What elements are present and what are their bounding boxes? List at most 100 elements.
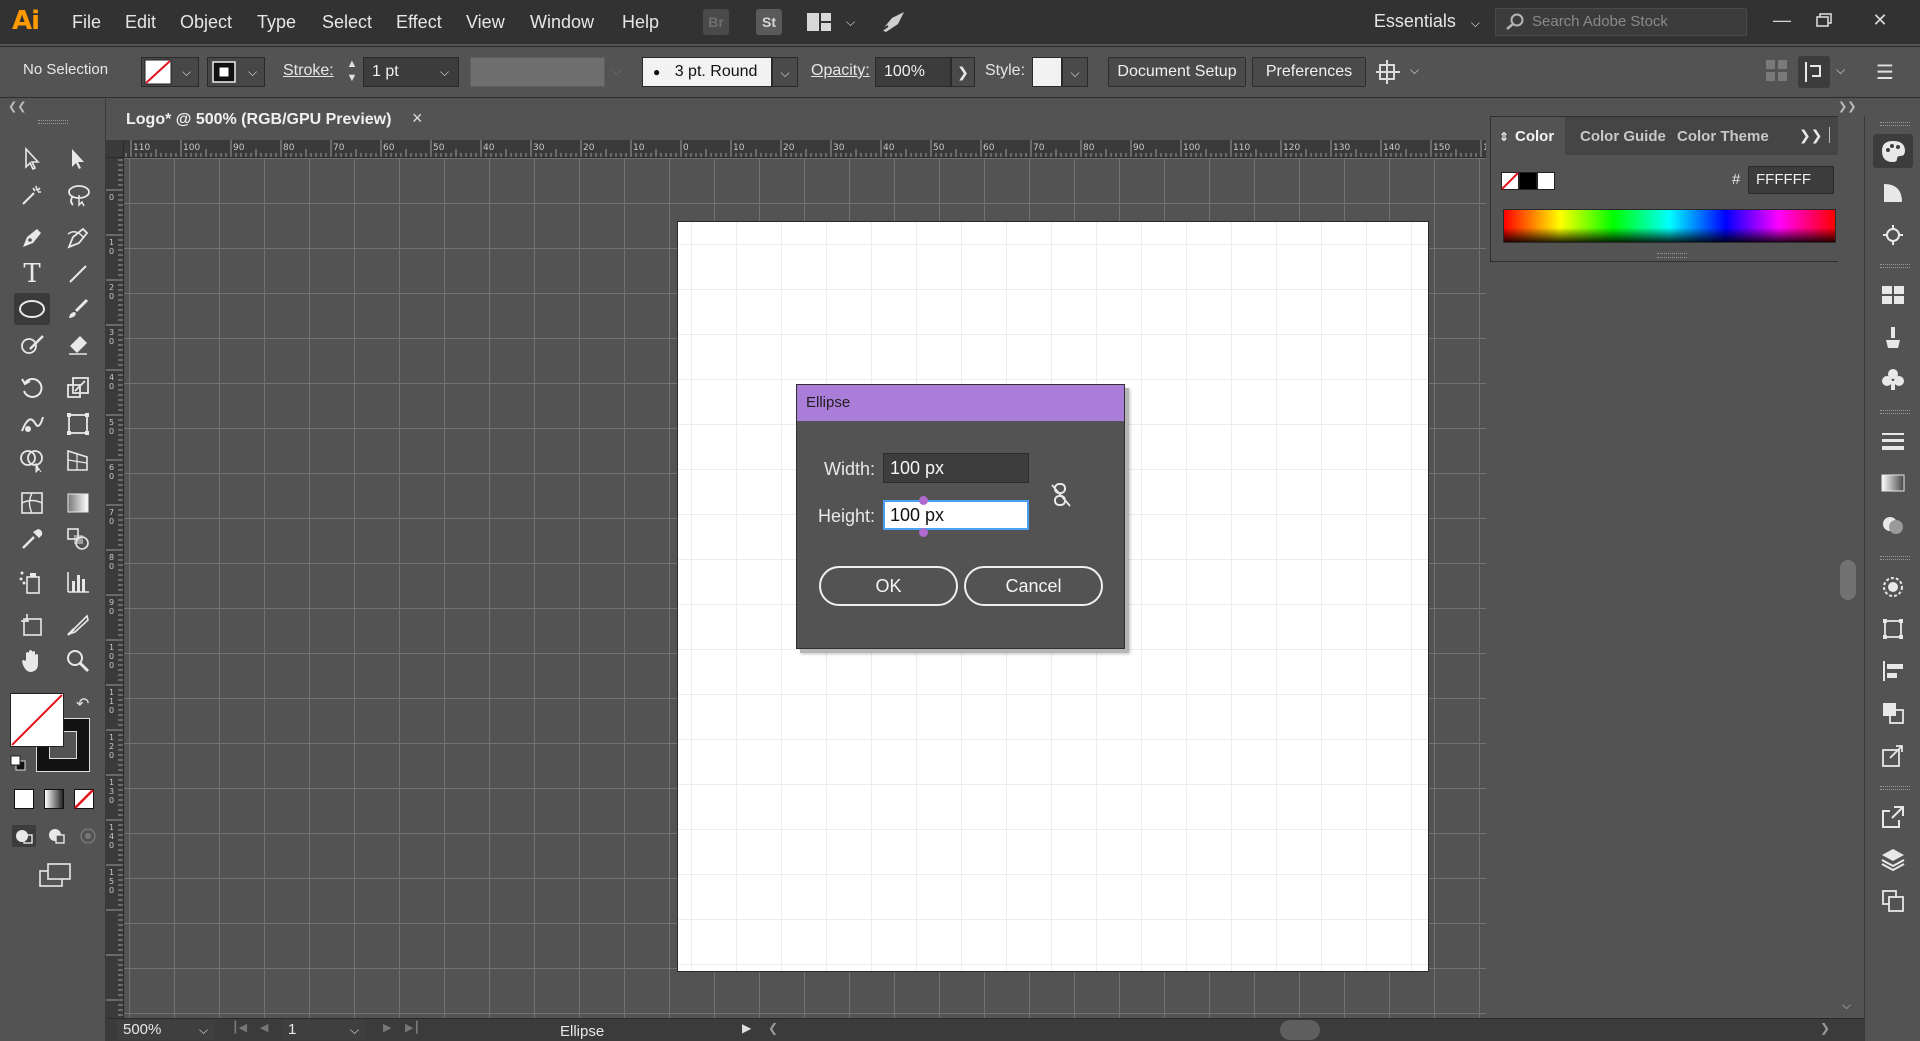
selection-tool-icon[interactable] <box>14 143 50 175</box>
horizontal-scrollbar-thumb[interactable] <box>1280 1020 1320 1040</box>
cancel-button[interactable]: Cancel <box>964 566 1103 606</box>
color-spectrum[interactable] <box>1503 209 1836 243</box>
control-bar-menu-icon[interactable]: ☰ <box>1876 60 1900 84</box>
blend-tool-icon[interactable] <box>60 523 96 555</box>
fill-color-swatch-front[interactable] <box>10 693 64 747</box>
menu-window[interactable]: Window <box>530 12 594 33</box>
stroke-stepper[interactable]: ▲ ▼ <box>343 57 361 87</box>
gradient-tool-icon[interactable] <box>60 487 96 519</box>
chevron-down-icon[interactable]: ⌵ <box>612 64 621 79</box>
free-transform-tool-icon[interactable] <box>60 408 96 440</box>
transparency-icon[interactable] <box>1873 508 1913 542</box>
search-adobe-stock-input[interactable]: Search Adobe Stock <box>1495 8 1747 36</box>
dock-grip[interactable] <box>1880 264 1910 268</box>
zoom-level-field[interactable]: 500% ⌵ <box>117 1020 215 1040</box>
ok-button[interactable]: OK <box>819 566 958 606</box>
menu-help[interactable]: Help <box>622 12 659 33</box>
dock-grip[interactable] <box>1880 786 1910 790</box>
mesh-tool-icon[interactable] <box>14 487 50 519</box>
direct-selection-tool-icon[interactable] <box>60 143 96 175</box>
bridge-button[interactable]: Br <box>703 9 729 35</box>
dialog-title[interactable]: Ellipse <box>797 385 1124 421</box>
chevron-down-icon[interactable]: ⌵ <box>846 15 855 30</box>
chevron-down-icon[interactable]: ⌵ <box>1836 63 1845 78</box>
stroke-swatch[interactable]: ⌵ <box>207 57 265 87</box>
hand-tool-icon[interactable] <box>14 645 50 677</box>
menu-effect[interactable]: Effect <box>396 12 442 33</box>
brush-dropdown[interactable]: ⌵ <box>772 57 798 87</box>
opacity-expand-button[interactable]: ❯ <box>951 57 975 87</box>
export-icon[interactable] <box>1873 800 1913 834</box>
stroke-weight-field[interactable]: 1 pt ⌵ <box>363 57 459 87</box>
restore-button[interactable] <box>1808 6 1840 34</box>
line-segment-tool-icon[interactable] <box>60 258 96 290</box>
horizontal-ruler[interactable]: 110 100 90 80 70 60 50 40 30 20 10 0 10 20 30 40 50 60 70 8… <box>116 140 1486 158</box>
arrange-grid-icon[interactable] <box>1764 58 1790 86</box>
perspective-grid-tool-icon[interactable] <box>60 444 96 476</box>
height-field[interactable]: 100 px <box>883 500 1029 530</box>
previous-artboard-icon[interactable]: ◀ <box>260 1021 268 1034</box>
hex-color-field[interactable]: FFFFFF <box>1748 166 1834 194</box>
symbol-sprayer-tool-icon[interactable] <box>14 566 50 598</box>
eraser-tool-icon[interactable] <box>60 329 96 361</box>
none-swatch[interactable] <box>1501 172 1519 190</box>
align-to-selection-icon[interactable] <box>1374 58 1404 86</box>
last-artboard-icon[interactable]: ▶┃ <box>405 1021 420 1034</box>
constrain-proportions-icon[interactable] <box>1050 482 1072 508</box>
image-trace-icon[interactable] <box>1873 738 1913 772</box>
color-themes-icon[interactable] <box>1873 218 1913 252</box>
warp-tool-icon[interactable] <box>14 408 50 440</box>
minimize-button[interactable]: — <box>1766 6 1798 34</box>
menu-view[interactable]: View <box>466 12 505 33</box>
document-setup-button[interactable]: Document Setup <box>1108 57 1246 87</box>
scroll-left-icon[interactable]: ❮ <box>768 1021 778 1035</box>
swatches-icon[interactable] <box>1873 278 1913 312</box>
stock-button[interactable]: St <box>756 9 782 35</box>
transform-panel-icon[interactable] <box>1798 56 1830 88</box>
more-tabs-icon[interactable]: ❯❯ <box>1799 127 1822 144</box>
default-fill-stroke-icon[interactable] <box>10 755 26 771</box>
shape-builder-tool-icon[interactable] <box>14 444 50 476</box>
scroll-right-icon[interactable]: ❯ <box>1820 1021 1830 1035</box>
align-icon[interactable] <box>1873 654 1913 688</box>
arrange-documents-icon[interactable] <box>806 12 832 32</box>
tab-color[interactable]: Color <box>1515 128 1554 145</box>
dock-grip[interactable] <box>1880 122 1910 126</box>
first-artboard-icon[interactable]: ┃◀ <box>232 1021 247 1034</box>
dock-grip[interactable] <box>1880 410 1910 414</box>
preferences-button[interactable]: Preferences <box>1252 57 1366 87</box>
color-palette-icon[interactable] <box>1873 134 1913 168</box>
eyedropper-tool-icon[interactable] <box>14 523 50 555</box>
gradient-panel-icon[interactable] <box>1873 466 1913 500</box>
paintbrush-tool-icon[interactable] <box>60 293 96 325</box>
status-menu-arrow-icon[interactable]: ▶ <box>742 1021 751 1035</box>
pathfinder-icon[interactable] <box>1873 696 1913 730</box>
style-dropdown[interactable]: ⌵ <box>1062 57 1088 87</box>
variable-width-profile[interactable] <box>470 57 605 87</box>
draw-behind-icon[interactable] <box>44 825 68 847</box>
swap-fill-stroke-icon[interactable]: ↶ <box>76 694 89 714</box>
collapse-toolbar-icon[interactable]: ❮❮ <box>8 100 26 113</box>
menu-file[interactable]: File <box>72 12 101 33</box>
menu-object[interactable]: Object <box>180 12 232 33</box>
menu-edit[interactable]: Edit <box>125 12 156 33</box>
dock-grip[interactable] <box>1880 556 1910 560</box>
artboards-icon[interactable] <box>1873 884 1913 918</box>
artboard-number-field[interactable]: 1 ⌵ <box>282 1020 366 1040</box>
black-swatch[interactable] <box>1519 172 1537 190</box>
zoom-tool-icon[interactable] <box>60 645 96 677</box>
color-guide-icon[interactable] <box>1873 176 1913 210</box>
close-window-button[interactable]: ✕ <box>1864 6 1896 34</box>
pen-tool-icon[interactable] <box>14 222 50 254</box>
shaper-tool-icon[interactable] <box>14 329 50 361</box>
brush-definition-field[interactable]: ● 3 pt. Round <box>642 57 772 87</box>
layers-icon[interactable] <box>1873 842 1913 876</box>
draw-normal-icon[interactable] <box>12 825 36 847</box>
scroll-down-icon[interactable]: ⌵ <box>1842 998 1851 1013</box>
symbols-icon[interactable] <box>1873 362 1913 396</box>
width-field[interactable]: 100 px <box>883 453 1029 483</box>
vertical-scrollbar-thumb[interactable] <box>1840 560 1856 600</box>
ellipse-tool-icon[interactable] <box>14 293 50 325</box>
menu-type[interactable]: Type <box>257 12 296 33</box>
transform-icon[interactable] <box>1873 612 1913 646</box>
